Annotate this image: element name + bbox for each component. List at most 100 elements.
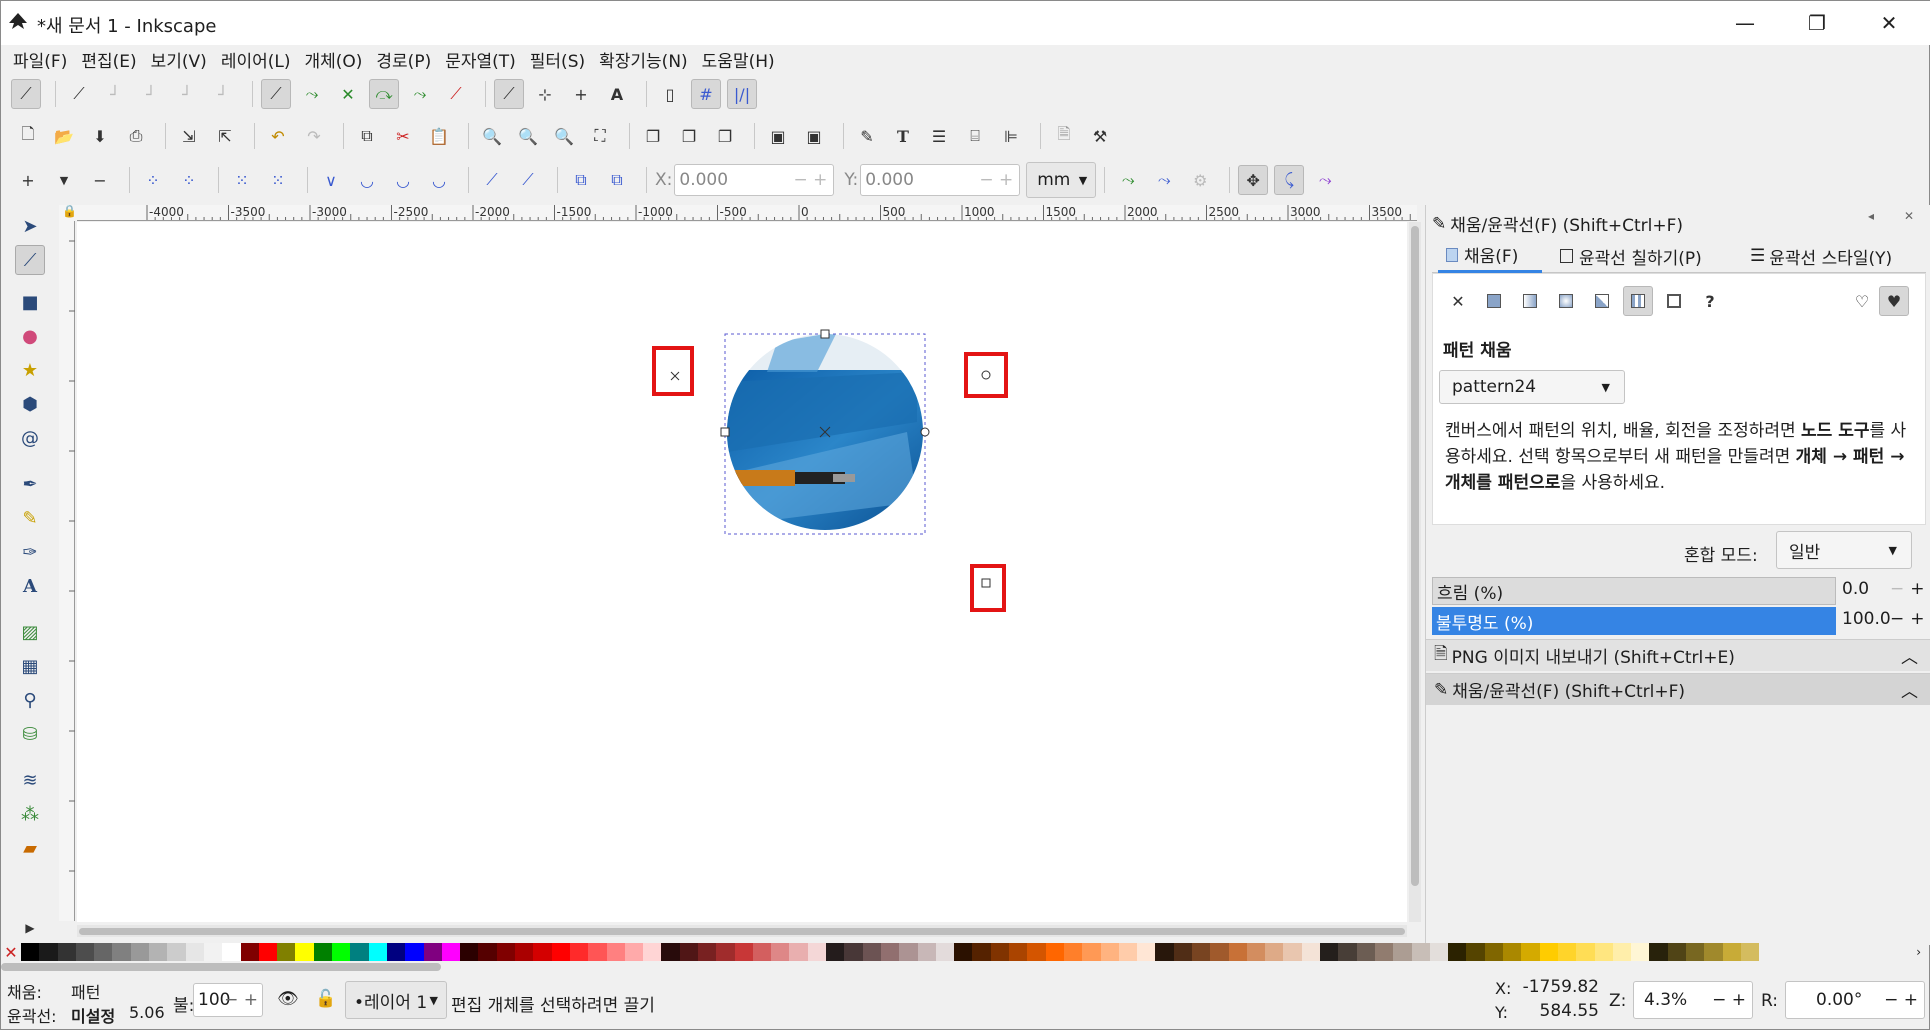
color-swatch[interactable] [149, 943, 168, 961]
horizontal-scrollbar[interactable] [77, 925, 1407, 937]
break-path-icon[interactable]: ⁘ [174, 165, 204, 195]
color-swatch[interactable] [21, 943, 40, 961]
palette-swatches[interactable] [21, 943, 1760, 961]
swatch-icon[interactable] [1659, 286, 1689, 316]
node-smooth-icon[interactable]: ◡ [352, 165, 382, 195]
text-font-icon[interactable]: T [888, 121, 918, 151]
color-swatch[interactable] [496, 943, 516, 961]
menu-file[interactable]: 파일(F) [13, 47, 67, 72]
color-swatch[interactable] [880, 943, 900, 961]
menu-layer[interactable]: 레이어(L) [221, 47, 291, 72]
color-swatch[interactable] [569, 943, 589, 961]
join-nodes-icon[interactable]: ⁘ [138, 165, 168, 195]
node-auto-smooth-icon[interactable]: ◡ [424, 165, 454, 195]
opacity-status-input[interactable]: 100 − + [193, 983, 263, 1017]
preferences-icon[interactable]: ⚒ [1085, 121, 1115, 151]
fill-stroke-collapse-icon[interactable]: ︿ [1901, 677, 1918, 702]
duplicate-icon[interactable]: ❐ [638, 121, 668, 151]
color-swatch[interactable] [826, 943, 845, 961]
save-document-icon[interactable]: ⬇ [85, 121, 115, 151]
tab-stroke-paint[interactable]: 윤곽선 칠하기(P) [1560, 239, 1702, 273]
edit-mask-icon[interactable]: ⚙ [1185, 165, 1215, 195]
panel-iconify-icon[interactable]: ◂ [1868, 209, 1874, 223]
color-swatch[interactable] [734, 943, 753, 961]
snap-path-intersection-icon[interactable]: ✕ [333, 79, 363, 109]
color-swatch[interactable] [771, 943, 790, 961]
color-swatch[interactable] [1539, 943, 1558, 961]
color-swatch[interactable] [203, 943, 223, 961]
export-icon[interactable]: ⇱ [210, 121, 240, 151]
zoom-input[interactable]: 4.3% − + [1633, 981, 1753, 1019]
color-swatch[interactable] [789, 943, 808, 961]
maximize-button[interactable]: ❐ [1785, 1, 1849, 45]
color-swatch[interactable] [423, 943, 442, 961]
layer-lock-icon[interactable]: 🔓 [315, 989, 336, 1009]
color-swatch[interactable] [258, 943, 278, 961]
color-swatch[interactable] [277, 943, 296, 961]
color-swatch[interactable] [1740, 943, 1760, 961]
color-swatch[interactable] [1210, 943, 1229, 961]
opacity-spin[interactable]: 100.0 − + [1838, 609, 1925, 629]
color-swatch[interactable] [167, 943, 186, 961]
color-swatch[interactable] [1338, 943, 1357, 961]
color-swatch[interactable] [1228, 943, 1247, 961]
color-swatch[interactable] [1246, 943, 1266, 961]
rect-tool-icon[interactable]: ■ [15, 287, 45, 317]
color-swatch[interactable] [386, 943, 406, 961]
paint-bucket-tool-icon[interactable]: ⛁ [15, 719, 45, 749]
color-swatch[interactable] [1429, 943, 1449, 961]
color-swatch[interactable] [130, 943, 150, 961]
next-path-effect-icon[interactable]: ⤳ [1113, 165, 1143, 195]
star-tool-icon[interactable]: ★ [15, 355, 45, 385]
color-swatch[interactable] [1063, 943, 1083, 961]
unit-select[interactable]: mm ▼ [1026, 162, 1097, 198]
dropper-tool-icon[interactable]: ⚲ [15, 685, 45, 715]
color-swatch[interactable] [1045, 943, 1064, 961]
node-handle-top[interactable] [820, 329, 830, 339]
snap-grid-icon[interactable]: # [691, 79, 721, 109]
color-swatch[interactable] [112, 943, 131, 961]
color-swatch[interactable] [57, 943, 76, 961]
show-path-outline-icon[interactable]: ⤳ [1310, 165, 1340, 195]
color-swatch[interactable] [752, 943, 772, 961]
color-swatch[interactable] [899, 943, 918, 961]
color-swatch[interactable] [1393, 943, 1412, 961]
color-swatch[interactable] [954, 943, 973, 961]
delete-node-icon[interactable]: − [85, 165, 115, 195]
tab-stroke-style[interactable]: ☰ 윤곽선 스타일(Y) [1750, 239, 1892, 273]
color-swatch[interactable] [368, 943, 387, 961]
snap-path-icon[interactable]: ⤳ [297, 79, 327, 109]
fill-status-value[interactable]: 패턴 [71, 979, 100, 1003]
color-swatch[interactable] [185, 943, 204, 961]
pencil-tool-icon[interactable]: ✎ [15, 503, 45, 533]
color-swatch[interactable] [1009, 943, 1028, 961]
opacity-increment-icon[interactable]: + [1910, 609, 1924, 629]
unset-paint-icon[interactable]: ? [1695, 286, 1725, 316]
spiral-tool-icon[interactable]: @ [15, 423, 45, 453]
snap-cusp-nodes-icon[interactable]: ⤼ [369, 79, 399, 109]
fill-stroke-icon[interactable]: ✎ [852, 121, 882, 151]
menu-help[interactable]: 도움말(H) [702, 47, 775, 72]
color-swatch[interactable] [1027, 943, 1046, 961]
color-swatch[interactable] [972, 943, 991, 961]
color-swatch[interactable] [1173, 943, 1192, 961]
snap-bbox-center-icon[interactable]: ┘ [208, 79, 238, 109]
color-swatch[interactable] [1356, 943, 1375, 961]
color-swatch[interactable] [551, 943, 570, 961]
panel-close-icon[interactable]: ✕ [1904, 209, 1914, 223]
tab-fill[interactable]: 채움(F) [1438, 239, 1542, 273]
blur-increment-icon[interactable]: + [1910, 579, 1924, 599]
palette-scrollbar[interactable] [1, 963, 441, 971]
eraser-tool-icon[interactable]: ▰ [15, 833, 45, 863]
blur-decrement-icon[interactable]: − [1890, 579, 1904, 599]
color-swatch[interactable] [1667, 943, 1687, 961]
fill-rule-nonzero-icon[interactable]: ♥ [1879, 286, 1909, 316]
color-swatch[interactable] [1521, 943, 1540, 961]
flat-color-icon[interactable] [1479, 286, 1509, 316]
color-swatch[interactable] [1722, 943, 1741, 961]
undo-icon[interactable]: ↶ [263, 121, 293, 151]
node-symmetric-icon[interactable]: ◡ [388, 165, 418, 195]
xml-editor-icon[interactable]: ⌸ [960, 121, 990, 151]
show-bezier-handles-icon[interactable]: ⤹ [1274, 165, 1305, 195]
toolbox-more-icon[interactable]: ▶ [15, 913, 45, 943]
